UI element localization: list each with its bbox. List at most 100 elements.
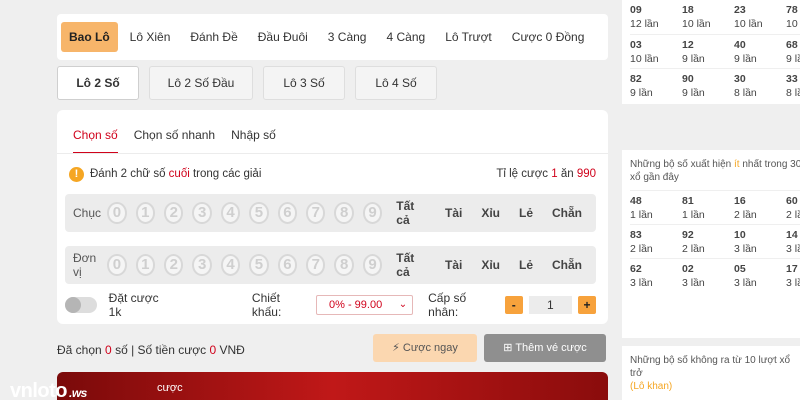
stat-cell: 40 9 lần xyxy=(734,34,786,68)
summary-pre: Đã chọn xyxy=(57,343,102,357)
bet-amount: 0 xyxy=(209,343,217,357)
digit-row-tens: Chục 0 1 2 3 4 5 6 7 8 9 Tất cả Tài Xỉu … xyxy=(65,194,596,232)
subtab-lo-4-so[interactable]: Lô 4 Số xyxy=(355,66,437,100)
digit-button[interactable]: 7 xyxy=(306,254,326,276)
toggle-knob xyxy=(65,297,81,313)
stat-cell: 62 3 lần xyxy=(630,258,682,292)
multiplier-plus-button[interactable]: + xyxy=(578,296,596,314)
quick-even-button[interactable]: Chẵn xyxy=(552,258,582,272)
stat-cell: 18 10 lần xyxy=(682,4,711,30)
stat-cell: 173 lầ xyxy=(786,258,800,292)
frequent-grid: 0912 lần 1810 lần 2310 lần 7810 l 0310 l… xyxy=(622,0,800,102)
discount-value: 0% - 99.00 xyxy=(329,299,383,311)
least-title-highlight: ít xyxy=(734,159,740,170)
digit-row-units: Đơn vị 0 1 2 3 4 5 6 7 8 9 Tất cả Tài Xỉ… xyxy=(65,246,596,284)
game-type-tabs: Bao Lô Lô Xiên Đánh Đề Đầu Đuôi 3 Càng 4… xyxy=(57,14,608,60)
digit-button[interactable]: 5 xyxy=(249,202,269,224)
row-label-units: Đơn vị xyxy=(73,251,97,279)
mode-nhap-so[interactable]: Nhập số xyxy=(231,128,276,154)
mode-chon-so[interactable]: Chọn số xyxy=(73,128,118,154)
payout-rate: Tỉ lệ cược 1 ăn 990 xyxy=(496,168,596,180)
rule-text-post: trong các giải xyxy=(192,168,262,180)
quick-all-button[interactable]: Tất cả xyxy=(396,199,426,227)
stat-cell: 30 8 lần xyxy=(734,68,786,102)
quick-small-button[interactable]: Xỉu xyxy=(481,206,500,220)
rate-label: Tỉ lệ cược xyxy=(496,168,548,180)
rule-text-highlight: cuối xyxy=(168,168,190,180)
summary-mid: số | Số tiền cược xyxy=(115,343,207,357)
discount-label: Chiết khấu: xyxy=(251,291,282,319)
multiplier-minus-button[interactable]: - xyxy=(504,296,523,314)
subtab-lo-2-so[interactable]: Lô 2 Số xyxy=(57,66,139,100)
digit-button[interactable]: 0 xyxy=(107,202,127,224)
stat-cell: 16 2 lần xyxy=(734,190,786,224)
promo-banner: cược xyxy=(57,372,608,400)
stat-cell: 48 1 lần xyxy=(630,190,682,224)
digit-button[interactable]: 3 xyxy=(192,254,212,276)
selected-count: 0 xyxy=(105,343,112,357)
logo-loto: loto xyxy=(32,380,67,400)
stat-cell: 81 1 lần xyxy=(682,190,734,224)
tab-cuoc-0-dong[interactable]: Cược 0 Đồng xyxy=(504,22,593,52)
number-picker-panel: Chọn số Chọn số nhanh Nhập số ! Đánh 2 c… xyxy=(57,110,608,324)
digit-button[interactable]: 2 xyxy=(164,254,184,276)
stat-cell: 02 3 lần xyxy=(682,258,734,292)
tab-dau-duoi[interactable]: Đầu Đuôi xyxy=(250,22,316,52)
digit-button[interactable]: 9 xyxy=(362,202,383,224)
bet-now-button[interactable]: ⚡︎ Cược ngay xyxy=(373,334,477,362)
digit-button[interactable]: 0 xyxy=(107,254,127,276)
add-ticket-button[interactable]: ⊞ Thêm vé cược xyxy=(484,334,606,362)
subtab-lo-3-so[interactable]: Lô 3 Số xyxy=(263,66,345,100)
tab-danh-de[interactable]: Đánh Đề xyxy=(182,22,245,52)
digit-button[interactable]: 8 xyxy=(334,202,354,224)
digit-button[interactable]: 3 xyxy=(192,202,212,224)
tab-lo-xien[interactable]: Lô Xiên xyxy=(122,22,179,52)
digit-button[interactable]: 6 xyxy=(277,254,298,276)
khan-title: Những bộ số không ra từ 10 lượt xổ trở (… xyxy=(622,346,800,399)
stat-cell: 03 10 lần xyxy=(630,34,682,68)
frequent-numbers-card: 0912 lần 1810 lần 2310 lần 7810 l 0310 l… xyxy=(622,0,800,104)
digit-button[interactable]: 6 xyxy=(277,202,298,224)
currency: VNĐ xyxy=(219,343,245,357)
tab-lo-truot[interactable]: Lô Trượt xyxy=(437,22,500,52)
multiplier-label: Cấp số nhân: xyxy=(428,291,467,319)
mode-chon-so-nhanh[interactable]: Chọn số nhanh xyxy=(134,128,215,154)
quick-big-button[interactable]: Tài xyxy=(445,206,462,220)
digit-button[interactable]: 4 xyxy=(220,202,241,224)
stat-cell: 10 3 lần xyxy=(734,224,786,258)
tab-4-cang[interactable]: 4 Càng xyxy=(378,22,433,52)
digit-button[interactable]: 9 xyxy=(362,254,383,276)
quick-even-button[interactable]: Chẵn xyxy=(552,206,582,220)
digit-button[interactable]: 2 xyxy=(164,202,184,224)
site-logo: vn loto .ws xyxy=(10,380,87,400)
bet-1k-label: Đặt cược 1k xyxy=(108,291,159,319)
digit-button[interactable]: 1 xyxy=(135,202,156,224)
digit-button[interactable]: 5 xyxy=(249,254,269,276)
bet-1k-toggle[interactable] xyxy=(65,297,97,313)
stat-cell: 7810 l xyxy=(786,4,800,30)
quick-big-button[interactable]: Tài xyxy=(445,258,462,272)
stat-cell: 338 lầ xyxy=(786,68,800,102)
quick-odd-button[interactable]: Lẻ xyxy=(519,258,533,272)
khan-numbers-card: Những bộ số không ra từ 10 lượt xổ trở (… xyxy=(622,346,800,400)
rule-text-pre: Đánh 2 chữ số xyxy=(90,168,166,180)
row-label-tens: Chục xyxy=(73,206,102,220)
rule-info: ! Đánh 2 chữ số cuối trong các giải Tỉ l… xyxy=(69,166,596,182)
bet-summary: Đã chọn 0 số | Số tiền cược 0 VNĐ xyxy=(57,343,245,357)
quick-all-button[interactable]: Tất cả xyxy=(396,251,426,279)
quick-odd-button[interactable]: Lẻ xyxy=(519,206,533,220)
tab-3-cang[interactable]: 3 Càng xyxy=(320,22,375,52)
plus-square-icon: ⊞ xyxy=(503,342,513,354)
multiplier-input[interactable]: 1 xyxy=(528,296,573,314)
digit-button[interactable]: 8 xyxy=(334,254,354,276)
rate-payout: 990 xyxy=(576,168,596,180)
quick-small-button[interactable]: Xỉu xyxy=(481,258,500,272)
tab-bao-lo[interactable]: Bao Lô xyxy=(61,22,118,52)
digit-button[interactable]: 4 xyxy=(220,254,241,276)
stat-cell: 12 9 lần xyxy=(682,34,734,68)
subtab-lo-2-so-dau[interactable]: Lô 2 Số Đầu xyxy=(149,66,253,100)
digit-button[interactable]: 1 xyxy=(135,254,156,276)
discount-select[interactable]: 0% - 99.00 ⌄ xyxy=(316,295,414,315)
khan-title-text: Những bộ số không ra từ 10 lượt xổ trở xyxy=(630,355,791,379)
digit-button[interactable]: 7 xyxy=(306,202,326,224)
